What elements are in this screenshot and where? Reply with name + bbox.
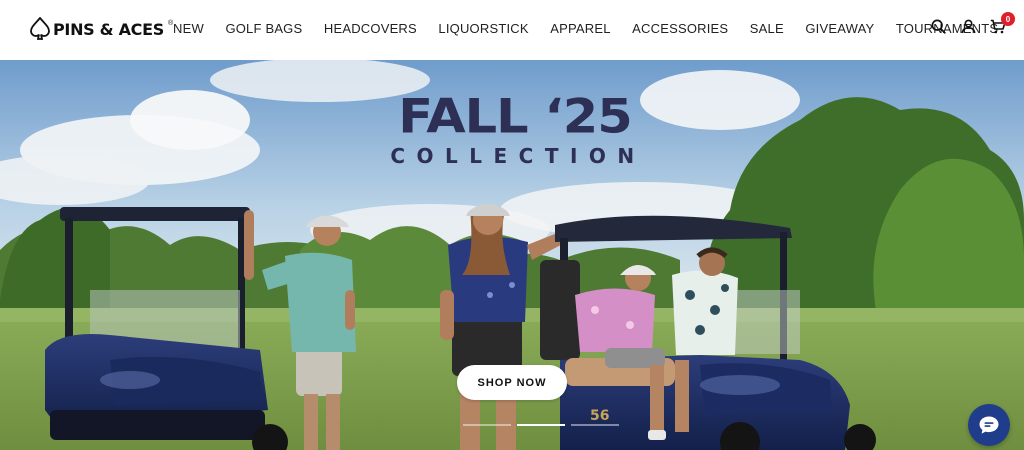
slide-dot-2[interactable] bbox=[517, 424, 565, 426]
cart-count-badge: 0 bbox=[1001, 12, 1015, 26]
chat-button[interactable] bbox=[968, 404, 1010, 446]
main-nav: NEW GOLF BAGS HEADCOVERS LIQUORSTICK APP… bbox=[173, 21, 1020, 36]
nav-item-golf-bags[interactable]: GOLF BAGS bbox=[225, 21, 302, 36]
user-icon bbox=[961, 19, 975, 33]
nav-item-headcovers[interactable]: HEADCOVERS bbox=[324, 21, 417, 36]
slide-indicators bbox=[463, 424, 619, 426]
cart-button[interactable]: 0 bbox=[990, 12, 1015, 34]
site-header: PINS & ACES ® NEW GOLF BAGS HEADCOVERS L… bbox=[0, 0, 1024, 60]
chat-bubble-icon bbox=[979, 416, 999, 434]
slide-dot-1[interactable] bbox=[463, 424, 511, 426]
search-icon bbox=[931, 19, 946, 34]
search-button[interactable] bbox=[930, 18, 946, 34]
account-button[interactable] bbox=[960, 18, 976, 34]
nav-item-sale[interactable]: SALE bbox=[750, 21, 784, 36]
nav-item-giveaway[interactable]: GIVEAWAY bbox=[805, 21, 874, 36]
hero-title-line2: COLLECTION bbox=[390, 144, 646, 168]
shop-now-button[interactable]: SHOP NOW bbox=[457, 365, 567, 400]
hero-banner: 56 FALL ‘25 COLLECTION SHOP NOW bbox=[0, 60, 1024, 450]
nav-item-accessories[interactable]: ACCESSORIES bbox=[632, 21, 728, 36]
nav-item-apparel[interactable]: APPAREL bbox=[550, 21, 610, 36]
hero-headline: FALL ‘25 COLLECTION bbox=[370, 93, 660, 167]
nav-item-new[interactable]: NEW bbox=[173, 21, 204, 36]
brand-name: PINS & ACES bbox=[53, 19, 164, 39]
hero-title-line1: FALL ‘25 bbox=[398, 90, 633, 145]
nav-item-liquorstick[interactable]: LIQUORSTICK bbox=[438, 21, 528, 36]
svg-text:56: 56 bbox=[590, 408, 609, 424]
spade-icon bbox=[30, 17, 50, 40]
header-actions: 0 bbox=[930, 12, 1015, 34]
slide-dot-3[interactable] bbox=[571, 424, 619, 426]
brand-logo[interactable]: PINS & ACES ® bbox=[30, 17, 173, 41]
